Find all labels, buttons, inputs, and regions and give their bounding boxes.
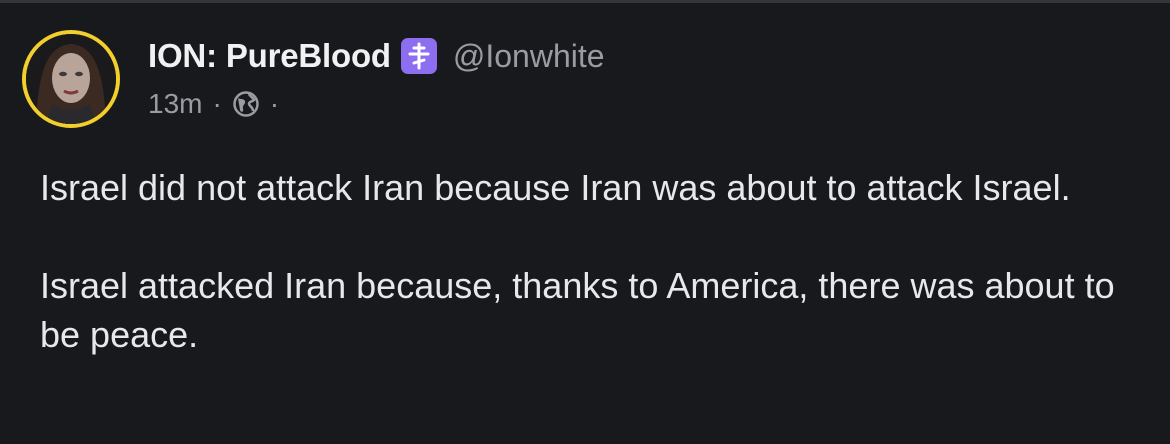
author-handle[interactable]: @Ionwhite xyxy=(453,38,605,75)
meta-separator: · xyxy=(212,88,222,119)
timestamp[interactable]: 13m xyxy=(148,88,202,120)
post-paragraph: Israel did not attack Iran because Iran … xyxy=(40,167,1071,208)
avatar-image xyxy=(26,34,116,124)
post-body: Israel did not attack Iran because Iran … xyxy=(40,163,1140,359)
avatar[interactable] xyxy=(22,30,120,128)
orthodox-cross-icon xyxy=(400,38,437,74)
post-meta: 13m · · xyxy=(148,86,289,122)
post[interactable]: ION: PureBlood @Ionwhite 13m · · Israel … xyxy=(0,0,1170,444)
post-header: ION: PureBlood @Ionwhite xyxy=(148,36,605,76)
globe-icon xyxy=(232,90,260,118)
post-paragraph: Israel attacked Iran because, thanks to … xyxy=(40,265,1115,355)
display-name[interactable]: ION: PureBlood xyxy=(148,37,391,75)
meta-separator: · xyxy=(269,88,280,119)
